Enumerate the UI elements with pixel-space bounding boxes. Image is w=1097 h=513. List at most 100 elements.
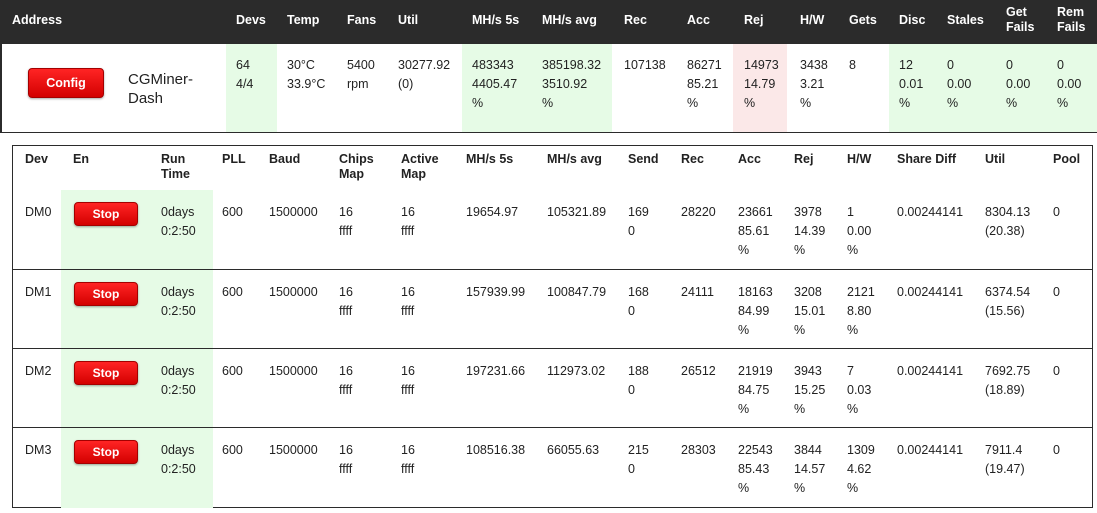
stop-button[interactable]: Stop — [74, 202, 138, 226]
summary-rej: 14973 14.79 % — [744, 58, 779, 110]
dev-rej: 3978 14.39 % — [794, 205, 826, 257]
summary-row: Config CGMiner- Dash 64 4/4 30°C 33.9°C … — [0, 44, 1097, 133]
dev-rej: 3208 15.01 % — [794, 285, 826, 337]
dev-acc: 18163 84.99 % — [738, 285, 773, 337]
dev-rej: 3844 14.57 % — [794, 443, 826, 495]
dev-share-diff: 0.00244141 — [897, 205, 964, 219]
dev-chips-map: 16 ffff — [339, 285, 353, 318]
dev-baud: 1500000 — [269, 285, 318, 299]
dev-runtime: 0days 0:2:50 — [161, 364, 196, 397]
stop-button[interactable]: Stop — [74, 361, 138, 385]
dev-id: DM3 — [25, 443, 52, 457]
dev-active-map: 16 ffff — [401, 285, 415, 318]
dev-pll: 600 — [222, 443, 243, 457]
dev-acc: 21919 84.75 % — [738, 364, 773, 416]
dev-runtime: 0days 0:2:50 — [161, 443, 196, 476]
dev-chips-map: 16 ffff — [339, 443, 353, 476]
dev-acc: 23661 85.61 % — [738, 205, 773, 257]
dev-active-map: 16 ffff — [401, 443, 415, 476]
dev-mhsavg: 105321.89 — [547, 205, 607, 219]
dev-pll: 600 — [222, 285, 243, 299]
dev-chips-map: 16 ffff — [339, 205, 353, 238]
header-temp: Temp — [287, 13, 320, 27]
dev-mhsavg: 100847.79 — [547, 285, 607, 299]
dev-active-map: 16 ffff — [401, 364, 415, 397]
dev-send: 168 0 — [628, 285, 649, 318]
config-button[interactable]: Config — [28, 68, 104, 98]
dev-mhsavg: 66055.63 — [547, 443, 600, 457]
dev-id: DM2 — [25, 364, 52, 378]
col-runtime: Run Time — [161, 152, 190, 181]
col-share-diff: Share Diff — [897, 152, 957, 166]
summary-hw: 3438 3.21 % — [800, 58, 828, 110]
col-acc: Acc — [738, 152, 761, 166]
summary-acc: 86271 85.21 % — [687, 58, 722, 110]
summary-fans: 5400 rpm — [347, 58, 375, 91]
summary-gets: 8 — [849, 58, 856, 72]
col-rej: Rej — [794, 152, 814, 166]
dev-rec: 24111 — [681, 285, 714, 299]
dev-util: 6374.54 (15.56) — [985, 285, 1031, 318]
summary-disc: 12 0.01 % — [899, 58, 924, 110]
dev-baud: 1500000 — [269, 364, 318, 378]
header-gets: Gets — [849, 13, 877, 27]
col-en: En — [73, 152, 89, 166]
col-baud: Baud — [269, 152, 301, 166]
dev-chips-map: 16 ffff — [339, 364, 353, 397]
summary-mhsavg: 385198.32 3510.92 % — [542, 58, 602, 110]
app-title: CGMiner- Dash — [128, 71, 194, 107]
dev-active-map: 16 ffff — [401, 205, 415, 238]
dev-share-diff: 0.00244141 — [897, 364, 964, 378]
dev-id: DM0 — [25, 205, 52, 219]
dev-runtime: 0days 0:2:50 — [161, 285, 196, 318]
col-rec: Rec — [681, 152, 704, 166]
header-disc: Disc — [899, 13, 926, 27]
dev-rec: 28220 — [681, 205, 716, 219]
dev-mhsavg: 112973.02 — [547, 364, 606, 378]
dev-share-diff: 0.00244141 — [897, 443, 964, 457]
col-pool: Pool — [1053, 152, 1081, 166]
stop-button[interactable]: Stop — [74, 282, 138, 306]
device-table: Dev En Run Time PLL Baud Chips Map Activ… — [12, 145, 1093, 508]
col-mhsavg: MH/s avg — [547, 152, 602, 166]
col-pll: PLL — [222, 152, 246, 166]
dev-hw: 1309 4.62 % — [847, 443, 875, 495]
col-hw: H/W — [847, 152, 872, 166]
header-rec: Rec — [624, 13, 647, 27]
dev-hw: 2121 8.80 % — [847, 285, 875, 337]
dev-acc: 22543 85.43 % — [738, 443, 773, 495]
dev-rec: 26512 — [681, 364, 716, 378]
dev-baud: 1500000 — [269, 205, 318, 219]
col-util: Util — [985, 152, 1006, 166]
summary-mhs5s: 483343 4405.47 % — [472, 58, 518, 110]
summary-rec: 107138 — [624, 58, 666, 72]
header-devs: Devs — [236, 13, 266, 27]
header-util: Util — [398, 13, 419, 27]
dev-id: DM1 — [25, 285, 52, 299]
dev-baud: 1500000 — [269, 443, 318, 457]
header-rem-fails: Rem Fails — [1057, 5, 1086, 34]
dev-send: 188 0 — [628, 364, 649, 397]
summary-stales: 0 0.00 % — [947, 58, 972, 110]
dev-pll: 600 — [222, 364, 243, 378]
summary-header-bar: Address Devs Temp Fans Util MH/s 5s MH/s… — [0, 0, 1097, 44]
dev-mhs5s: 197231.66 — [466, 364, 526, 378]
dev-pll: 600 — [222, 205, 243, 219]
col-send: Send — [628, 152, 659, 166]
table-row: DM2 Stop 0days 0:2:50 600 1500000 16 fff… — [13, 349, 1092, 428]
dev-pool: 0 — [1053, 285, 1060, 299]
header-get-fails: Get Fails — [1006, 5, 1035, 34]
dev-util: 8304.13 (20.38) — [985, 205, 1031, 238]
col-chips-map: Chips Map — [339, 152, 374, 181]
dev-share-diff: 0.00244141 — [897, 285, 964, 299]
header-address: Address — [12, 13, 63, 27]
stop-button[interactable]: Stop — [74, 440, 138, 464]
summary-devs: 64 4/4 — [236, 58, 254, 91]
col-dev: Dev — [25, 152, 48, 166]
header-fans: Fans — [347, 13, 377, 27]
dev-send: 169 0 — [628, 205, 649, 238]
dev-pool: 0 — [1053, 205, 1060, 219]
dev-runtime: 0days 0:2:50 — [161, 205, 196, 238]
dev-hw: 1 0.00 % — [847, 205, 872, 257]
summary-util: 30277.92 (0) — [398, 58, 451, 91]
